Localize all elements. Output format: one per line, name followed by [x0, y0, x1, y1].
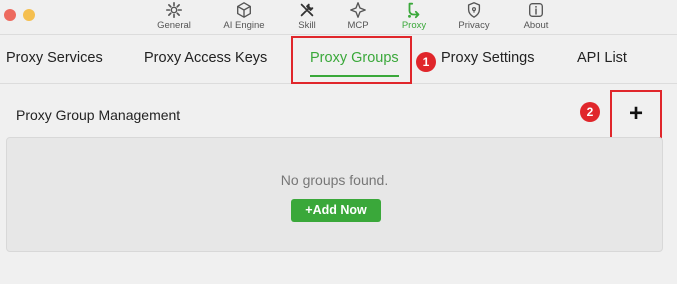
tab-proxy-access-keys[interactable]: Proxy Access Keys	[144, 35, 267, 83]
tab-proxy-settings[interactable]: Proxy Settings	[441, 35, 535, 83]
top-toolbar: General AI Engine Skill MCP Proxy Privac…	[0, 0, 677, 35]
tab-label: Proxy Groups	[310, 50, 399, 66]
groups-panel: No groups found. +Add Now	[6, 137, 663, 252]
tab-label: Proxy Services	[6, 50, 103, 66]
plus-icon: +	[628, 100, 643, 127]
toolbar-item-general[interactable]: General	[144, 1, 204, 33]
tab-proxy-services[interactable]: Proxy Services	[6, 35, 103, 83]
section-title: Proxy Group Management	[16, 107, 181, 123]
toolbar-item-mcp[interactable]: MCP	[328, 1, 388, 33]
tab-proxy-groups[interactable]: Proxy Groups	[310, 35, 399, 83]
toolbar-label: Proxy	[401, 20, 427, 31]
add-now-label: +Add Now	[305, 203, 367, 217]
tab-label: Proxy Access Keys	[144, 50, 268, 66]
tools-icon	[300, 3, 314, 17]
step-marker-1: 1	[416, 52, 436, 72]
active-tab-indicator	[310, 75, 399, 77]
toolbar-item-privacy[interactable]: Privacy	[444, 1, 504, 33]
toolbar-label: Privacy	[458, 20, 490, 31]
minimize-window-button[interactable]	[23, 9, 35, 21]
add-now-button[interactable]: +Add Now	[291, 199, 381, 222]
tab-label: API List	[577, 50, 627, 66]
toolbar-label: AI Engine	[223, 20, 265, 31]
gear-icon	[165, 1, 183, 19]
toolbar-item-proxy[interactable]: Proxy	[384, 1, 444, 33]
info-icon	[529, 3, 543, 17]
mcp-icon	[350, 2, 366, 18]
tab-bar: Proxy Services Proxy Access Keys Proxy G…	[0, 35, 677, 84]
step-marker-2: 2	[580, 102, 600, 122]
empty-state-text: No groups found.	[280, 172, 389, 188]
tab-api-list[interactable]: API List	[577, 35, 627, 83]
toolbar-label: General	[157, 20, 191, 31]
toolbar-label: MCP	[347, 20, 369, 31]
add-group-button[interactable]: +	[610, 90, 662, 139]
toolbar-item-ai-engine[interactable]: AI Engine	[214, 1, 274, 33]
close-window-button[interactable]	[4, 9, 16, 21]
proxy-icon	[408, 2, 420, 19]
toolbar-item-about[interactable]: About	[506, 1, 566, 33]
cube-icon	[237, 2, 251, 18]
tab-label: Proxy Settings	[441, 50, 535, 66]
toolbar-label: About	[523, 20, 549, 31]
shield-icon	[467, 2, 481, 18]
